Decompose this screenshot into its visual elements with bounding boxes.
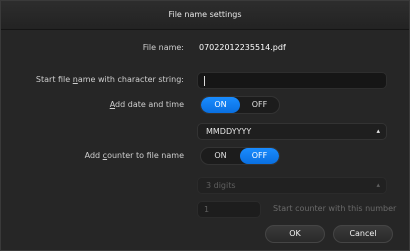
start-string-input[interactable] (197, 72, 387, 89)
date-format-value: MMDDYYYY (206, 127, 252, 136)
add-date-off-option[interactable]: OFF (240, 97, 279, 113)
add-counter-label: Add counter to file name (84, 151, 184, 160)
counter-start-input[interactable]: 1 (197, 201, 261, 218)
add-date-label: Add date and time (109, 100, 184, 109)
file-name-value: 07022012235514.pdf (199, 43, 286, 52)
up-down-chevron-icon: ▴ (376, 181, 380, 189)
add-date-toggle[interactable]: ON OFF (200, 96, 280, 114)
file-name-label: File name: (142, 43, 184, 52)
file-name-settings-dialog: File name settings File name: 0702201223… (0, 0, 410, 251)
counter-start-label: Start counter with this number (273, 204, 397, 213)
digits-value: 3 digits (206, 181, 236, 190)
ok-button[interactable]: OK (265, 225, 325, 243)
date-format-select[interactable]: MMDDYYYY ▴ (197, 123, 387, 140)
add-counter-toggle[interactable]: ON OFF (200, 147, 280, 165)
text-caret (204, 76, 205, 86)
cancel-button[interactable]: Cancel (333, 225, 393, 243)
add-date-on-option[interactable]: ON (201, 97, 240, 113)
dialog-title: File name settings (1, 1, 409, 30)
add-counter-on-option[interactable]: ON (201, 148, 240, 164)
start-string-label: Start file name with character string: (35, 75, 184, 84)
add-counter-off-option[interactable]: OFF (240, 148, 279, 164)
up-down-chevron-icon: ▴ (376, 127, 380, 135)
digits-select[interactable]: 3 digits ▴ (197, 177, 387, 194)
